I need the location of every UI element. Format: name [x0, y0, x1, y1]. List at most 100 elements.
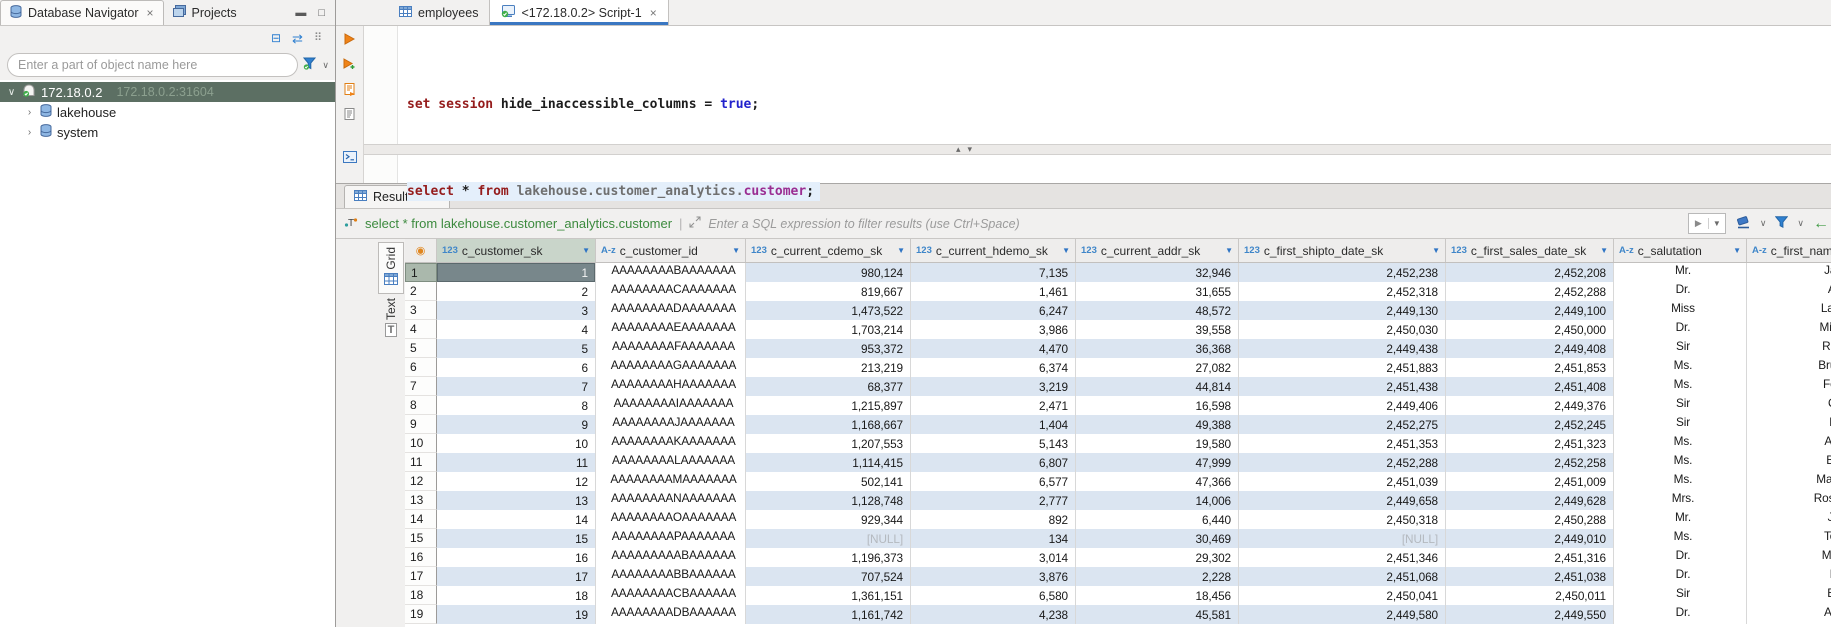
table-cell[interactable]: 1,215,897: [746, 396, 911, 415]
table-cell[interactable]: Andre: [1747, 605, 1831, 624]
table-cell[interactable]: Michael: [1747, 320, 1831, 339]
table-cell[interactable]: 2,451,353: [1239, 434, 1446, 453]
tree-item-lakehouse[interactable]: › lakehouse: [0, 102, 335, 122]
table-cell[interactable]: 134: [911, 529, 1076, 548]
table-cell[interactable]: 2,449,376: [1446, 396, 1614, 415]
table-cell[interactable]: 2,449,010: [1446, 529, 1614, 548]
table-cell[interactable]: 2,449,550: [1446, 605, 1614, 624]
table-cell[interactable]: 16: [437, 548, 596, 567]
presentation-tab-text[interactable]: Text T: [378, 294, 404, 342]
table-cell[interactable]: 18: [437, 586, 596, 605]
table-cell[interactable]: 11: [437, 453, 596, 472]
table-cell[interactable]: 1,161,742: [746, 605, 911, 624]
table-cell[interactable]: Ms.: [1614, 472, 1747, 491]
table-cell[interactable]: 1,168,667: [746, 415, 911, 434]
table-cell[interactable]: 707,524: [746, 567, 911, 586]
expand-chevron-icon[interactable]: ›: [24, 107, 35, 118]
table-cell[interactable]: Brad: [1747, 586, 1831, 605]
table-cell[interactable]: 2,449,658: [1239, 491, 1446, 510]
table-cell[interactable]: Miss: [1614, 301, 1747, 320]
view-menu-icon[interactable]: ⠿: [314, 33, 323, 44]
close-icon[interactable]: ×: [146, 6, 153, 20]
table-cell[interactable]: 8: [437, 396, 596, 415]
table-cell[interactable]: 29,302: [1076, 548, 1239, 567]
table-cell[interactable]: 2,449,580: [1239, 605, 1446, 624]
table-cell[interactable]: 1: [437, 263, 596, 282]
table-cell[interactable]: 4: [437, 320, 596, 339]
table-cell[interactable]: 929,344: [746, 510, 911, 529]
row-number-cell[interactable]: 12: [405, 472, 437, 491]
table-cell[interactable]: 2,451,438: [1239, 377, 1446, 396]
table-cell[interactable]: Latisha: [1747, 301, 1831, 320]
table-cell[interactable]: 1,404: [911, 415, 1076, 434]
close-icon[interactable]: ×: [650, 6, 657, 20]
row-number-cell[interactable]: 2: [405, 282, 437, 301]
execute-statement-icon[interactable]: [344, 33, 355, 58]
table-cell[interactable]: 3,014: [911, 548, 1076, 567]
table-cell[interactable]: 2,228: [1076, 567, 1239, 586]
link-with-editor-icon[interactable]: ⇄: [292, 32, 303, 45]
table-cell[interactable]: 7,135: [911, 263, 1076, 282]
table-cell[interactable]: Mr.: [1614, 510, 1747, 529]
table-cell[interactable]: 9: [437, 415, 596, 434]
table-cell[interactable]: AAAAAAAAGAAAAAAA: [596, 358, 746, 377]
expand-chevron-icon[interactable]: ›: [24, 127, 35, 138]
table-cell[interactable]: 2,451,408: [1446, 377, 1614, 396]
table-cell[interactable]: Dr.: [1614, 567, 1747, 586]
table-cell[interactable]: Karl: [1747, 415, 1831, 434]
table-cell[interactable]: AAAAAAAABBAAAAAA: [596, 567, 746, 586]
table-cell[interactable]: 13: [437, 491, 596, 510]
row-number-cell[interactable]: 3: [405, 301, 437, 320]
table-cell[interactable]: Tonya: [1747, 529, 1831, 548]
row-number-cell[interactable]: 11: [405, 453, 437, 472]
tab-script-1[interactable]: <172.18.0.2> Script-1 ×: [489, 0, 668, 25]
table-cell[interactable]: 15: [437, 529, 596, 548]
table-cell[interactable]: 1,703,214: [746, 320, 911, 339]
table-cell[interactable]: AAAAAAAAIAAAAAAA: [596, 396, 746, 415]
table-cell[interactable]: 30,469: [1076, 529, 1239, 548]
table-cell[interactable]: AAAAAAAAMAAAAAAA: [596, 472, 746, 491]
table-cell[interactable]: 1,461: [911, 282, 1076, 301]
table-cell[interactable]: 2,451,068: [1239, 567, 1446, 586]
table-cell[interactable]: 31,655: [1076, 282, 1239, 301]
table-cell[interactable]: 2,451,316: [1446, 548, 1614, 567]
table-cell[interactable]: Ms.: [1614, 377, 1747, 396]
table-cell[interactable]: Dr.: [1614, 548, 1747, 567]
table-cell[interactable]: 2,451,039: [1239, 472, 1446, 491]
table-cell[interactable]: Sir: [1614, 415, 1747, 434]
table-cell[interactable]: 27,082: [1076, 358, 1239, 377]
table-cell[interactable]: AAAAAAAAHAAAAAAA: [596, 377, 746, 396]
table-cell[interactable]: [NULL]: [1239, 529, 1446, 548]
table-cell[interactable]: Ms.: [1614, 453, 1747, 472]
table-cell[interactable]: 48,572: [1076, 301, 1239, 320]
table-cell[interactable]: 47,999: [1076, 453, 1239, 472]
table-cell[interactable]: 892: [911, 510, 1076, 529]
table-cell[interactable]: Ms.: [1614, 529, 1747, 548]
row-number-cell[interactable]: 7: [405, 377, 437, 396]
table-cell[interactable]: 2,449,406: [1239, 396, 1446, 415]
chevron-down-icon[interactable]: ∨: [322, 60, 329, 71]
table-cell[interactable]: Dr.: [1614, 605, 1747, 624]
row-number-cell[interactable]: 1: [405, 263, 437, 282]
tree-item-connection[interactable]: ∨ 172.18.0.2 172.18.0.2:31604: [0, 82, 335, 102]
table-cell[interactable]: 10: [437, 434, 596, 453]
table-cell[interactable]: 2,452,275: [1239, 415, 1446, 434]
table-cell[interactable]: Fonda: [1747, 377, 1831, 396]
table-cell[interactable]: Robert: [1747, 339, 1831, 358]
table-cell[interactable]: 2,449,628: [1446, 491, 1614, 510]
table-cell[interactable]: 6,374: [911, 358, 1076, 377]
table-cell[interactable]: 3,876: [911, 567, 1076, 586]
table-cell[interactable]: 2,449,438: [1239, 339, 1446, 358]
table-cell[interactable]: [NULL]: [746, 529, 911, 548]
table-cell[interactable]: 502,141: [746, 472, 911, 491]
tab-employees[interactable]: employees: [388, 0, 489, 25]
table-cell[interactable]: 14,006: [1076, 491, 1239, 510]
table-cell[interactable]: 1,361,151: [746, 586, 911, 605]
presentation-tab-grid[interactable]: Grid: [378, 242, 404, 294]
table-cell[interactable]: 1,196,373: [746, 548, 911, 567]
table-cell[interactable]: 4,470: [911, 339, 1076, 358]
row-number-cell[interactable]: 17: [405, 567, 437, 586]
table-cell[interactable]: 2,777: [911, 491, 1076, 510]
collapse-all-icon[interactable]: ⊟: [271, 32, 281, 44]
table-cell[interactable]: Margaret: [1747, 472, 1831, 491]
